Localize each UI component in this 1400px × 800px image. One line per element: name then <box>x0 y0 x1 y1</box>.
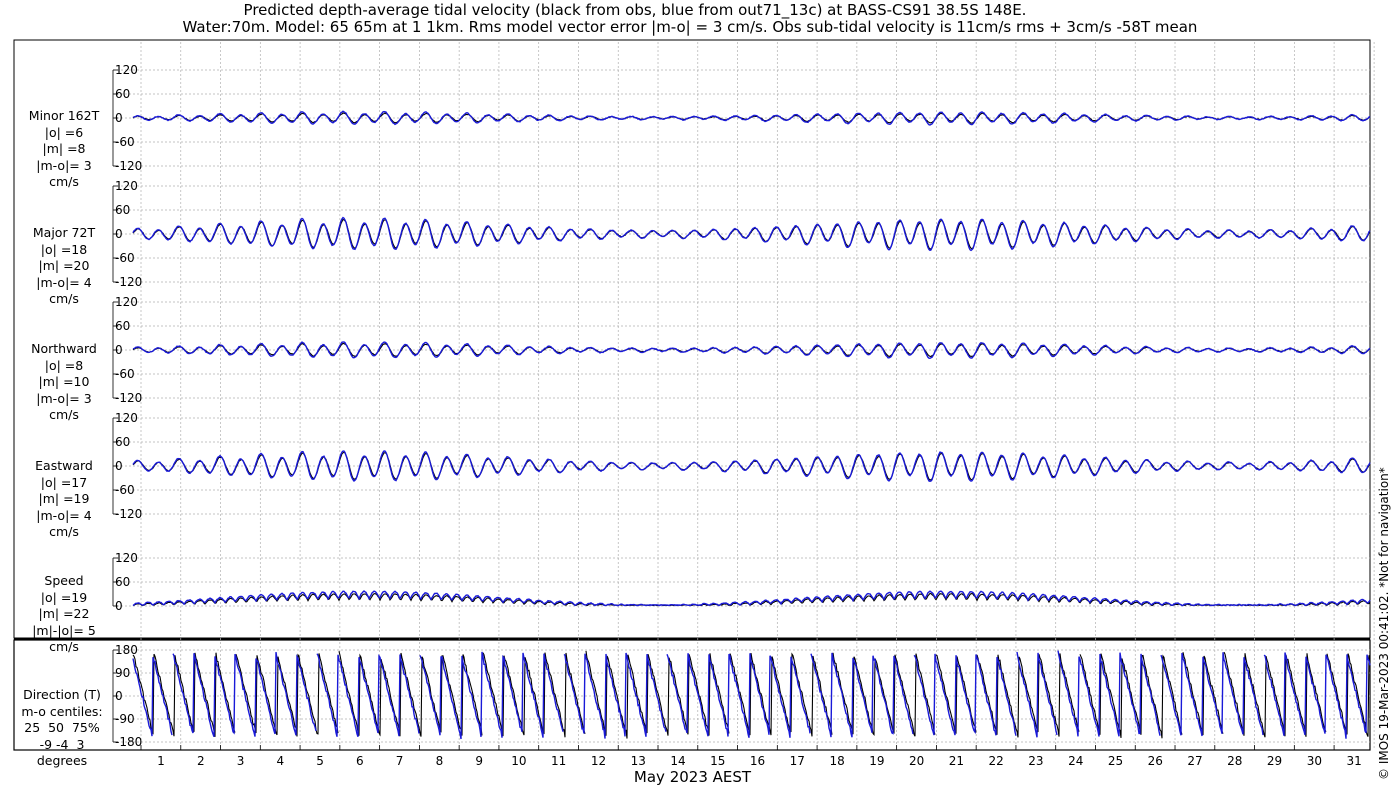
y-tick-label: 0 <box>115 599 123 613</box>
x-tick-label: 20 <box>909 754 924 768</box>
y-tick-label: 60 <box>115 87 130 101</box>
y-tick-label: 0 <box>115 227 123 241</box>
y-tick-label: 120 <box>115 295 138 309</box>
x-tick-label: 3 <box>237 754 245 768</box>
y-tick-label: -120 <box>115 507 142 521</box>
y-tick-label: 60 <box>115 319 130 333</box>
y-tick-label: 0 <box>115 111 123 125</box>
x-tick-label: 12 <box>591 754 606 768</box>
y-tick-label: -60 <box>115 483 135 497</box>
x-tick-label: 4 <box>276 754 284 768</box>
x-tick-label: 15 <box>710 754 725 768</box>
y-tick-label: -120 <box>115 275 142 289</box>
series-model-east <box>132 450 1371 483</box>
x-tick-label: 2 <box>197 754 205 768</box>
x-tick-label: 22 <box>989 754 1004 768</box>
series-model-speed <box>132 590 1371 607</box>
y-tick-label: 0 <box>115 459 123 473</box>
y-tick-label: 60 <box>115 203 130 217</box>
x-tick-label: 29 <box>1267 754 1282 768</box>
x-axis-label: May 2023 AEST <box>633 768 752 786</box>
series-model-north <box>132 341 1371 360</box>
x-tick-label: 18 <box>829 754 844 768</box>
tidal-velocity-chart: 120600-60-120120600-60-120120600-60-1201… <box>13 39 1375 768</box>
x-tick-label: 6 <box>356 754 364 768</box>
y-tick-label: 0 <box>115 689 123 703</box>
x-tick-label: 24 <box>1068 754 1083 768</box>
direction-frame <box>13 639 1371 751</box>
y-tick-label: -120 <box>115 391 142 405</box>
series-model-major <box>132 216 1371 252</box>
x-tick-label: 19 <box>869 754 884 768</box>
x-tick-label: 30 <box>1307 754 1322 768</box>
x-tick-label: 1 <box>157 754 165 768</box>
x-tick-label: 27 <box>1187 754 1202 768</box>
y-tick-label: 0 <box>115 343 123 357</box>
y-tick-label: 120 <box>115 411 138 425</box>
x-tick-label: 21 <box>949 754 964 768</box>
x-tick-label: 11 <box>551 754 566 768</box>
y-tick-label: -60 <box>115 135 135 149</box>
y-tick-label: -90 <box>115 712 135 726</box>
x-tick-label: 5 <box>316 754 324 768</box>
velocity-frame <box>13 39 1371 639</box>
x-tick-label: 14 <box>670 754 685 768</box>
y-tick-label: 180 <box>115 643 138 657</box>
x-tick-label: 28 <box>1227 754 1242 768</box>
x-tick-label: 9 <box>475 754 483 768</box>
x-tick-label: 7 <box>396 754 404 768</box>
y-tick-label: -120 <box>115 159 142 173</box>
y-tick-label: -180 <box>115 735 142 749</box>
y-tick-label: 120 <box>115 551 138 565</box>
x-tick-label: 17 <box>790 754 805 768</box>
y-tick-label: 120 <box>115 63 138 77</box>
x-tick-label: 26 <box>1148 754 1163 768</box>
y-tick-label: 60 <box>115 575 130 589</box>
series-model-minor <box>132 110 1371 126</box>
x-tick-label: 23 <box>1028 754 1043 768</box>
x-tick-label: 31 <box>1346 754 1361 768</box>
x-tick-label: 25 <box>1108 754 1123 768</box>
y-tick-label: 60 <box>115 435 130 449</box>
x-tick-label: 10 <box>511 754 526 768</box>
y-tick-label: 90 <box>115 666 130 680</box>
x-tick-label: 8 <box>436 754 444 768</box>
copyright-notice: © IMOS 19-Mar-2023 00:41:02. *Not for na… <box>1377 467 1391 780</box>
y-tick-label: 120 <box>115 179 138 193</box>
y-tick-label: -60 <box>115 251 135 265</box>
x-tick-label: 13 <box>631 754 646 768</box>
x-tick-label: 16 <box>750 754 765 768</box>
y-tick-label: -60 <box>115 367 135 381</box>
